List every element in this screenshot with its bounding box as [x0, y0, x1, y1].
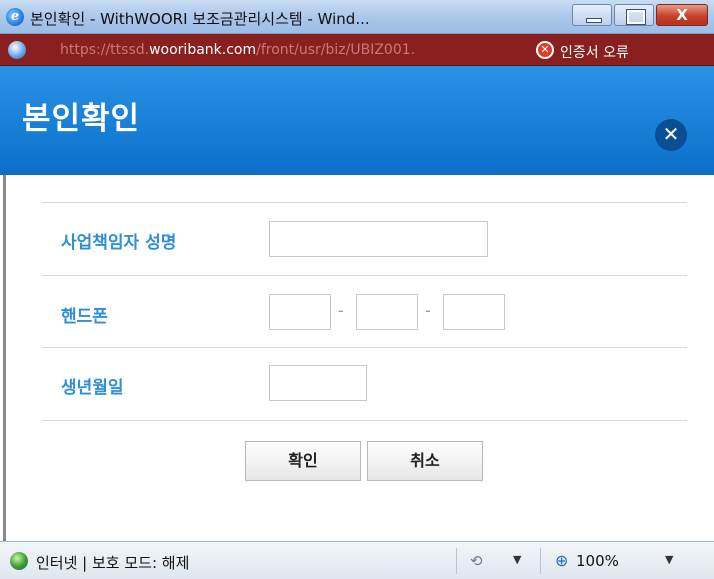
phone-part3-input[interactable] [443, 294, 505, 330]
dialog-title: 본인확인 [22, 101, 141, 137]
zoom-icon[interactable]: ⊕ [555, 551, 568, 570]
internet-explorer-icon: e [6, 8, 24, 26]
site-globe-icon [8, 41, 26, 59]
security-zone-text[interactable]: 인터넷 | 보호 모드: 해제 [36, 552, 189, 573]
divider [42, 275, 687, 276]
verification-form: 사업책임자 성명 핸드폰 - - 생년월일 확인 취소 [0, 175, 714, 541]
divider [42, 347, 687, 348]
phone-separator: - [338, 301, 344, 320]
status-separator [540, 548, 541, 574]
phone-separator: - [425, 301, 431, 320]
chevron-down-icon[interactable]: ▼ [665, 553, 673, 566]
url-host: wooribank.com [149, 42, 257, 58]
name-label: 사업책임자 성명 [61, 233, 177, 253]
birthdate-input[interactable] [269, 365, 367, 401]
birthdate-label: 생년월일 [61, 378, 124, 398]
dialog-header: 본인확인 ✕ [0, 66, 714, 175]
window-title: 본인확인 - WithWOORI 보조금관리시스템 - Wind... [30, 10, 370, 28]
dialog-close-button[interactable]: ✕ [655, 119, 687, 151]
certificate-error-icon[interactable]: ✕ [536, 41, 554, 59]
divider [42, 202, 687, 203]
cancel-button[interactable]: 취소 [367, 441, 483, 481]
status-separator [456, 548, 457, 574]
phone-part2-input[interactable] [356, 294, 418, 330]
url-path: /front/usr/biz/UBIZ001. [256, 42, 416, 58]
phone-label: 핸드폰 [61, 307, 108, 327]
internet-zone-icon [10, 552, 28, 570]
minimize-button[interactable] [572, 4, 612, 26]
url-prefix: https://ttssd. [60, 42, 150, 58]
window-title-bar: e 본인확인 - WithWOORI 보조금관리시스템 - Wind... X [0, 0, 714, 34]
compatibility-icon[interactable]: ⟲ [470, 552, 483, 570]
zoom-level[interactable]: 100% [576, 552, 619, 570]
url-field[interactable]: https://ttssd.wooribank.com/front/usr/bi… [60, 42, 415, 58]
name-input[interactable] [269, 221, 488, 257]
window-frame-left [3, 175, 6, 541]
divider [42, 420, 687, 421]
confirm-button[interactable]: 확인 [245, 441, 361, 481]
address-bar: https://ttssd.wooribank.com/front/usr/bi… [0, 34, 714, 66]
window-controls: X [572, 4, 708, 26]
maximize-button[interactable] [614, 4, 654, 26]
chevron-down-icon[interactable]: ▼ [513, 553, 521, 566]
window-close-button[interactable]: X [656, 4, 708, 26]
phone-part1-input[interactable] [269, 294, 331, 330]
status-bar: 인터넷 | 보호 모드: 해제 ⟲ ▼ ⊕ 100% ▼ [0, 541, 714, 579]
certificate-error-label[interactable]: 인증서 오류 [560, 42, 629, 62]
